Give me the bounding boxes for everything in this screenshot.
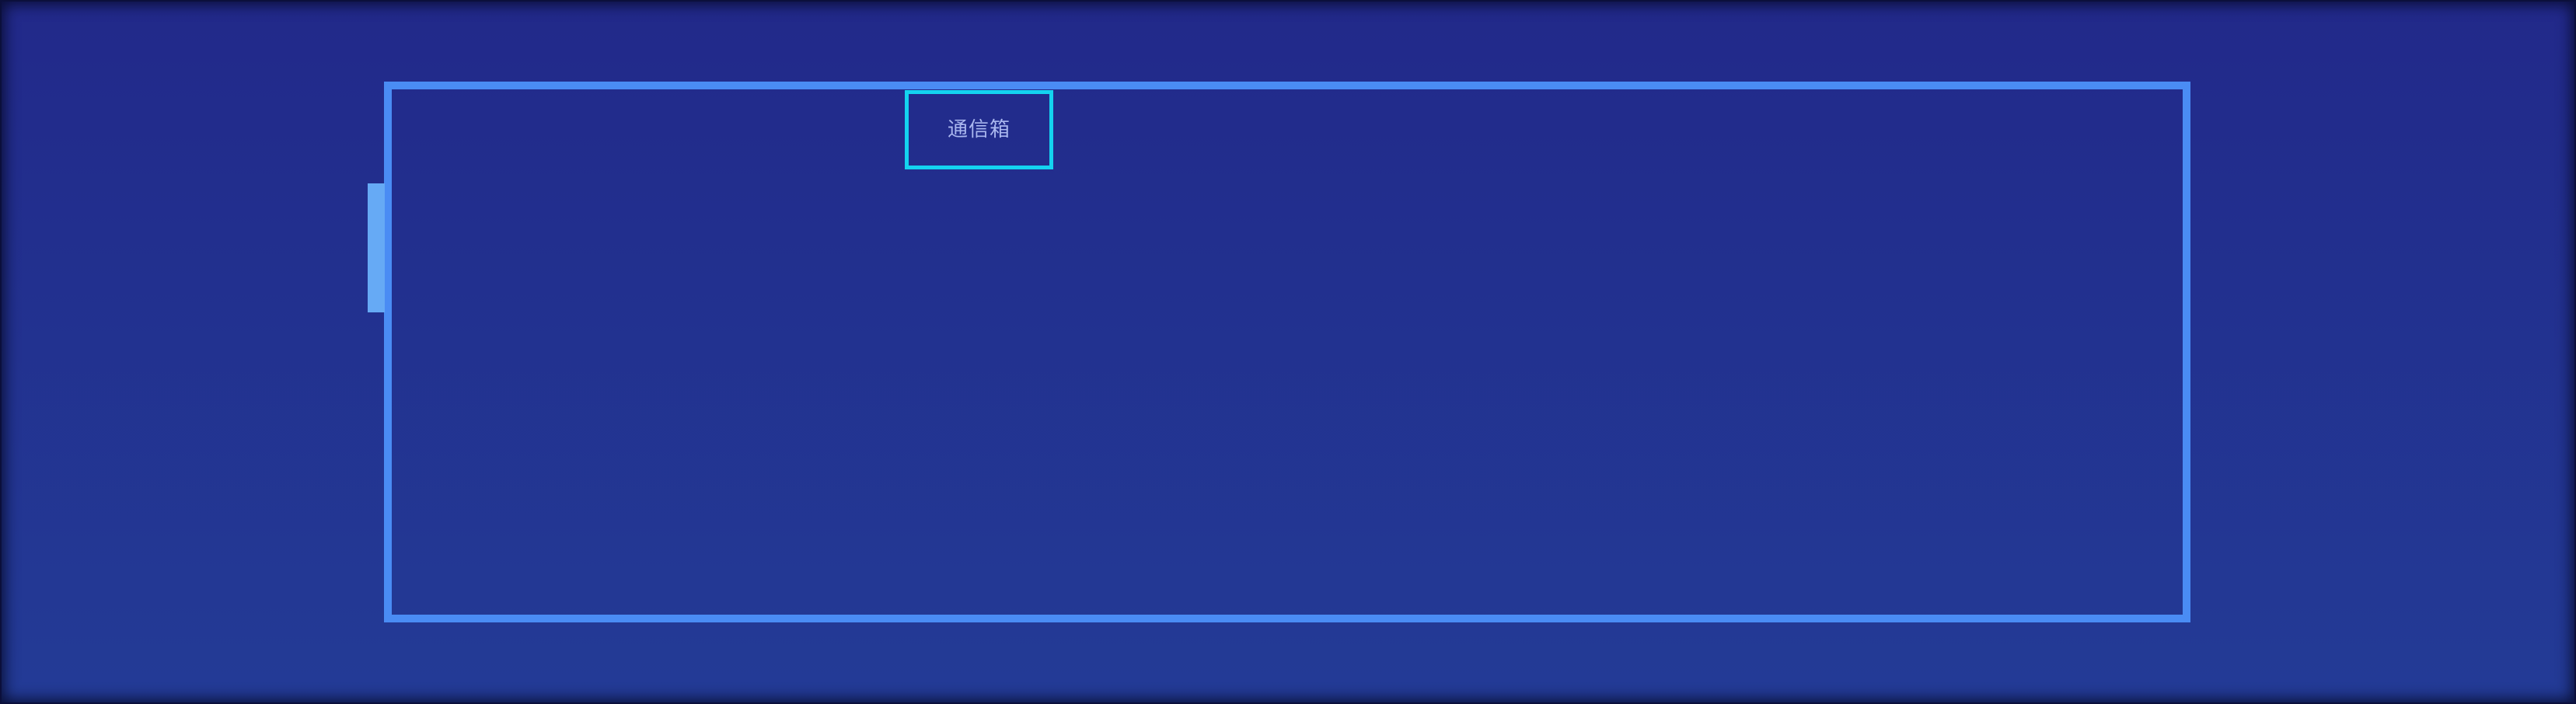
enclosure-frame	[384, 82, 2190, 622]
side-handle	[368, 183, 385, 312]
label-text: 通信箱	[947, 118, 1011, 141]
label-box: 通信箱	[905, 90, 1053, 169]
diagram-canvas: 通信箱	[0, 0, 2576, 704]
